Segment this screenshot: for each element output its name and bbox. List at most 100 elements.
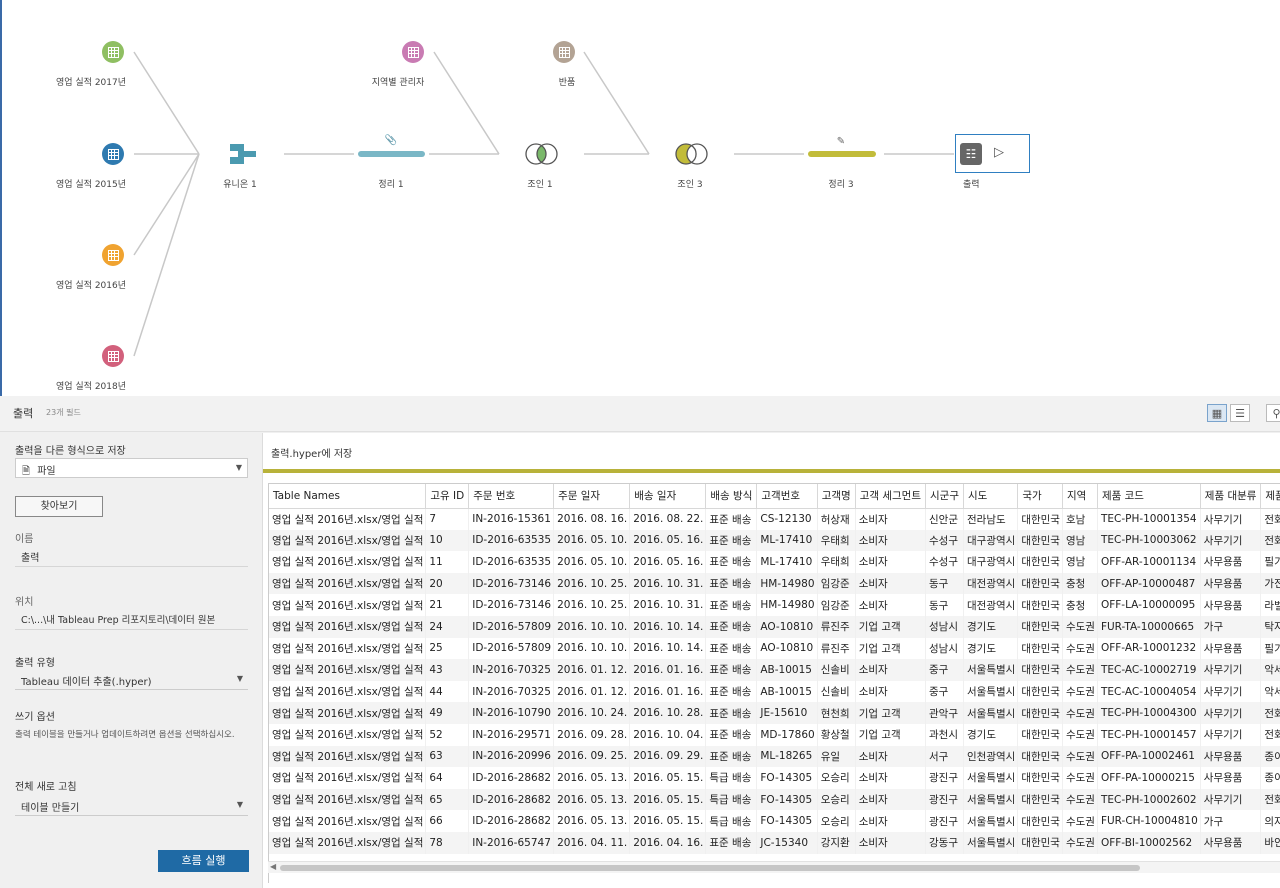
table-cell: MD-17860	[756, 723, 818, 746]
input-node-returns[interactable]	[553, 41, 575, 63]
table-cell: 충청	[1062, 572, 1098, 595]
scroll-left-icon[interactable]: ◀	[270, 862, 276, 871]
input-node-region-manager[interactable]	[402, 41, 424, 63]
table-row[interactable]: 영업 실적 2016년.xlsx/영업 실적 7 IN-2016-15361 2016…	[269, 508, 1280, 530]
table-cell: 관악구	[925, 702, 964, 724]
column-header[interactable]: 시군구	[925, 484, 964, 509]
table-cell: 대한민국	[1017, 551, 1063, 573]
column-header[interactable]: 주문 번호	[468, 484, 555, 509]
table-row[interactable]: 영업 실적 2016년.xlsx/영업 실적 20 ID-2016-73146 201…	[269, 572, 1280, 595]
table-cell: 2016. 05. 13.	[553, 810, 631, 832]
table-cell: 동구	[925, 594, 964, 616]
table-row[interactable]: 영업 실적 2016년.xlsx/영업 실적 44 IN-2016-70325 201…	[269, 680, 1280, 703]
table-row[interactable]: 영업 실적 2016년.xlsx/영업 실적 66 ID-2016-28682 201…	[269, 810, 1280, 832]
input-node-2018[interactable]	[102, 345, 124, 367]
column-header[interactable]: 국가	[1017, 484, 1063, 509]
column-header[interactable]: Table Names	[269, 484, 427, 509]
table-cell: 신솔비	[817, 659, 856, 681]
column-header[interactable]: 시도	[963, 484, 1019, 509]
table-row[interactable]: 영업 실적 2016년.xlsx/영업 실적 64 ID-2016-28682 201…	[269, 767, 1280, 789]
name-label: 이름	[15, 534, 34, 545]
table-cell: 2016. 04. 16.	[629, 831, 707, 854]
join-node-3[interactable]	[673, 142, 711, 166]
node-label: 영업 실적 2017년	[55, 78, 127, 88]
column-header[interactable]: 배송 일자	[629, 484, 707, 509]
table-cell: OFF-AR-10001134	[1097, 551, 1201, 573]
table-row[interactable]: 영업 실적 2016년.xlsx/영업 실적 63 IN-2016-20996 201…	[269, 745, 1280, 768]
table-cell: 동구	[925, 572, 964, 595]
table-row[interactable]: 영업 실적 2016년.xlsx/영업 실적 11 ID-2016-63535 201…	[269, 551, 1280, 573]
horizontal-scrollbar[interactable]: ◀	[268, 861, 1280, 873]
table-cell: 현천희	[817, 702, 856, 724]
panel-title: 출력	[13, 407, 34, 420]
table-cell: 영업 실적 2016년.xlsx/영업 실적	[269, 615, 427, 638]
table-cell: 소비자	[855, 745, 927, 768]
table-row[interactable]: 영업 실적 2016년.xlsx/영업 실적 49 IN-2016-10790 201…	[269, 702, 1280, 724]
table-cell: 중구	[925, 659, 964, 681]
header-row: Table Names 고유 ID 주문 번호 주문 일자 배송 일자 배송 방식 고객번호…	[269, 484, 1280, 509]
table-cell: 수도권	[1062, 659, 1098, 681]
column-header[interactable]: 제품 코드	[1097, 484, 1201, 509]
full-refresh-label: 전체 새로 고침	[15, 782, 77, 793]
table-cell: ML-17410	[756, 529, 818, 552]
full-refresh-select[interactable]: 테이블 만들기 ▼	[15, 796, 248, 816]
table-cell: IN-2016-70325	[468, 680, 555, 703]
table-row[interactable]: 영업 실적 2016년.xlsx/영업 실적 43 IN-2016-70325 201…	[269, 659, 1280, 681]
browse-button[interactable]: 찾아보기	[15, 496, 103, 517]
column-header[interactable]: 고객 세그먼트	[855, 484, 927, 509]
table-row[interactable]: 영업 실적 2016년.xlsx/영업 실적 78 IN-2016-65747 201…	[269, 831, 1280, 854]
table-cell: TEC-PH-10003062	[1097, 529, 1201, 552]
run-flow-button[interactable]: 흐름 실행	[158, 850, 249, 872]
search-icon[interactable]: ⚲	[1266, 404, 1280, 422]
table-row[interactable]: 영업 실적 2016년.xlsx/영업 실적 24 ID-2016-57809 201…	[269, 615, 1280, 638]
table-cell: FO-14305	[756, 810, 818, 832]
scrollbar-thumb[interactable]	[280, 865, 1140, 871]
run-output-icon[interactable]: ▷	[994, 145, 1004, 160]
table-icon	[407, 46, 419, 58]
join-node-1[interactable]	[523, 142, 561, 166]
table-cell: IN-2016-65747	[468, 831, 555, 854]
column-header[interactable]: 제품 중분류	[1260, 484, 1280, 509]
column-header[interactable]: 고객명	[817, 484, 856, 509]
table-cell: 2016. 04. 11.	[553, 831, 631, 854]
table-cell: 기업 고객	[855, 637, 927, 660]
file-icon: 🗎	[22, 466, 31, 477]
input-node-2016[interactable]	[102, 244, 124, 266]
table-cell: 서울특별시	[963, 831, 1019, 854]
table-cell: 허상재	[817, 508, 856, 530]
clean-step-1[interactable]	[358, 151, 425, 157]
node-label: 유니온 1	[223, 180, 257, 190]
save-as-select[interactable]: 🗎 파일 ▼	[15, 458, 248, 478]
table-cell: 2016. 05. 13.	[553, 767, 631, 789]
output-type-select[interactable]: Tableau 데이터 추출(.hyper) ▼	[15, 670, 248, 690]
table-row[interactable]: 영업 실적 2016년.xlsx/영업 실적 65 ID-2016-28682 201…	[269, 788, 1280, 811]
table-cell: OFF-LA-10000095	[1097, 594, 1201, 616]
column-header[interactable]: 주문 일자	[553, 484, 631, 509]
table-row[interactable]: 영업 실적 2016년.xlsx/영업 실적 52 IN-2016-29571 201…	[269, 723, 1280, 746]
output-panel: 출력 23개 필드 ▦ ☰ ⚲ 출력을 다른 형식으로 저장 🗎 파일 ▼ 찾아…	[0, 396, 1280, 888]
flow-canvas[interactable]: 영업 실적 2017년 영업 실적 2015년 영업 실적 2016년 영업 실…	[0, 0, 1280, 396]
output-node[interactable]: ☷ ▷	[955, 134, 1030, 173]
column-header[interactable]: 제품 대분류	[1200, 484, 1262, 509]
union-node[interactable]	[228, 143, 258, 165]
input-node-2015[interactable]	[102, 143, 124, 165]
accent-bar	[263, 469, 1280, 473]
table-row[interactable]: 영업 실적 2016년.xlsx/영업 실적 21 ID-2016-73146 201…	[269, 594, 1280, 616]
input-node-2017[interactable]	[102, 41, 124, 63]
grid-view-icon[interactable]: ▦	[1207, 404, 1227, 422]
list-view-icon[interactable]: ☰	[1230, 404, 1250, 422]
column-header[interactable]: 배송 방식	[705, 484, 758, 509]
table-row[interactable]: 영업 실적 2016년.xlsx/영업 실적 10 ID-2016-63535 201…	[269, 529, 1280, 552]
data-grid[interactable]: Table Names 고유 ID 주문 번호 주문 일자 배송 일자 배송 방식 고객번호…	[268, 483, 1280, 883]
table-cell: 오승리	[817, 788, 856, 811]
name-field[interactable]: 출력	[15, 547, 248, 567]
column-header[interactable]: 지역	[1062, 484, 1098, 509]
column-header[interactable]: 고유 ID	[425, 484, 470, 509]
table-cell: 탁자	[1260, 615, 1280, 638]
clean-step-3[interactable]	[808, 151, 876, 157]
table-row[interactable]: 영업 실적 2016년.xlsx/영업 실적 25 ID-2016-57809 201…	[269, 637, 1280, 660]
location-field[interactable]: C:\...\내 Tableau Prep 리포지토리\데이터 원본	[15, 610, 248, 630]
write-options-help: 출력 테이블을 만들거나 업데이트하려면 옵션을 선택하십시오.	[15, 730, 235, 740]
column-header[interactable]: 고객번호	[756, 484, 818, 509]
table-cell: 표준 배송	[705, 508, 758, 530]
